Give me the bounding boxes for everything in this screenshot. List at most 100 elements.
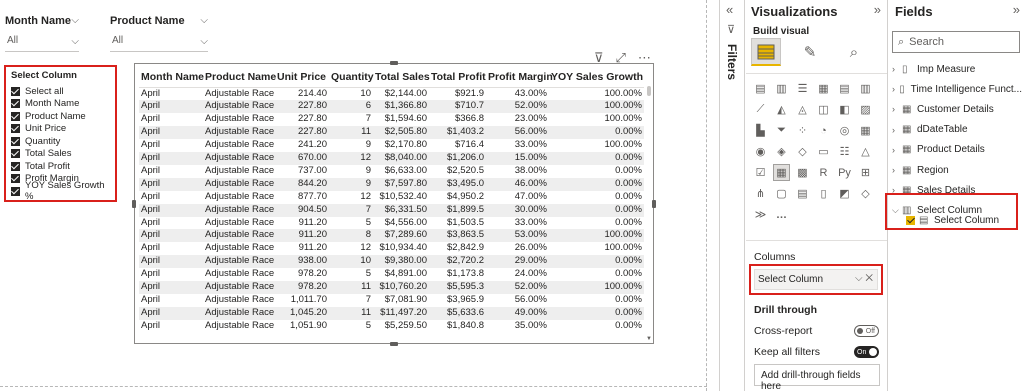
slicer-option[interactable]: Total Sales xyxy=(11,148,110,161)
checkbox-checked-icon[interactable] xyxy=(11,99,20,109)
table-row[interactable]: April Adjustable Race 227.80 6 $1,366.80 $710… xyxy=(139,100,644,114)
close-icon[interactable]: ✕ xyxy=(865,273,873,284)
build-visual-tab[interactable] xyxy=(751,38,781,66)
table-row[interactable]: April Adjustable Race 241.20 9 $2,170.80 $716… xyxy=(139,139,644,152)
expand-pane-icon[interactable]: « xyxy=(726,2,733,17)
column-header[interactable]: Total Sales xyxy=(373,67,430,88)
stacked-area-icon[interactable]: ◬ xyxy=(794,101,811,118)
100-column-icon[interactable]: ▥ xyxy=(857,80,874,97)
resize-handle[interactable] xyxy=(652,200,656,208)
qa-icon[interactable]: ▢ xyxy=(773,185,790,202)
arcgis-icon[interactable]: ≫ xyxy=(752,206,769,223)
field-table-item[interactable]: › ▯ Time Intelligence Funct... xyxy=(892,80,1022,98)
filters-pane-collapsed[interactable]: « ⊽ Filters xyxy=(719,0,745,391)
filled-map-icon[interactable]: ◈ xyxy=(773,143,790,160)
columns-well[interactable]: Select Column ⌵ ✕ xyxy=(749,264,883,295)
table-visual[interactable]: Month Name Product Name Unit Price Quantity… xyxy=(134,63,654,344)
slicer-option[interactable]: Product Name xyxy=(11,110,110,123)
slicer-icon[interactable]: ☑ xyxy=(752,164,769,181)
key-influencers-icon[interactable]: ⊞ xyxy=(857,164,874,181)
scatter-icon[interactable]: ⁘ xyxy=(794,122,811,139)
filters-label[interactable]: Filters xyxy=(725,44,739,80)
table-row[interactable]: April Adjustable Race 1,051.90 5 $5,259.50 $1… xyxy=(139,320,644,333)
chevron-down-icon[interactable]: ⌵ xyxy=(855,273,863,284)
slicer-option[interactable]: Total Profit xyxy=(11,160,110,173)
resize-handle[interactable] xyxy=(132,200,136,208)
table-row[interactable]: April Adjustable Race 737.00 9 $6,633.00 $2,5… xyxy=(139,165,644,178)
power-automate-icon[interactable]: ◇ xyxy=(857,185,874,202)
power-apps-icon[interactable]: ◩ xyxy=(836,185,853,202)
table-row[interactable]: April Adjustable Race 978.20 11 $10,760.20 $5… xyxy=(139,281,644,294)
shape-map-icon[interactable]: ◇ xyxy=(794,143,811,160)
pie-chart-icon[interactable]: ◔ xyxy=(815,122,832,139)
checkbox-checked-icon[interactable] xyxy=(11,149,20,159)
smart-narrative-icon[interactable]: ▤ xyxy=(794,185,811,202)
decomposition-tree-icon[interactable]: ⋔ xyxy=(752,185,769,202)
slicer-option[interactable]: Select all xyxy=(11,85,110,98)
line-chart-icon[interactable]: ⟋ xyxy=(752,101,769,118)
slicer-option[interactable]: YOY Sales Growth % xyxy=(11,180,110,202)
table-row[interactable]: April Adjustable Race 227.80 11 $2,505.80 $1,… xyxy=(139,126,644,140)
line-clustered-icon[interactable]: ◧ xyxy=(836,101,853,118)
column-header[interactable]: Product Name xyxy=(203,67,276,88)
table-row[interactable]: April Adjustable Race 844.20 9 $7,597.80 $3,4… xyxy=(139,177,644,191)
drill-through-drop-well[interactable]: Add drill-through fields here xyxy=(754,364,880,391)
stacked-column-icon[interactable]: ▥ xyxy=(773,80,790,97)
field-table-item[interactable]: › ▯ Imp Measure xyxy=(892,60,1022,78)
month-name-slicer[interactable]: Month Name ⌵ All ⌵ xyxy=(5,15,79,52)
area-chart-icon[interactable]: ◭ xyxy=(773,101,790,118)
field-table-item[interactable]: › ▦ Region xyxy=(892,161,1022,179)
line-column-icon[interactable]: ◫ xyxy=(815,101,832,118)
column-header[interactable]: Total Profit xyxy=(429,67,486,88)
column-header[interactable]: YOY Sales Growth % xyxy=(549,67,644,88)
checkbox-checked-icon[interactable] xyxy=(11,186,20,196)
chevron-right-icon[interactable]: › xyxy=(892,64,902,74)
table-row[interactable]: April Adjustable Race 670.00 12 $8,040.00 $1,… xyxy=(139,152,644,165)
column-header[interactable]: Unit Price xyxy=(275,67,329,88)
scroll-down-icon[interactable]: ▼ xyxy=(646,336,652,342)
checkbox-checked-icon[interactable] xyxy=(11,161,20,171)
select-column-slicer[interactable]: Select Column Select all Month Name Produc… xyxy=(4,65,117,202)
checkbox-checked-icon[interactable] xyxy=(11,136,20,146)
table-row[interactable]: April Adjustable Race 227.80 7 $1,594.60 $366… xyxy=(139,113,644,126)
scrollbar-thumb[interactable] xyxy=(647,86,651,96)
slicer-dropdown[interactable]: All ⌵ xyxy=(110,35,208,52)
chevron-right-icon[interactable]: › xyxy=(892,165,902,175)
matrix-icon[interactable]: ▩ xyxy=(794,164,811,181)
donut-chart-icon[interactable]: ◎ xyxy=(836,122,853,139)
table-row[interactable]: April Adjustable Race 1,011.70 7 $7,081.90 $3… xyxy=(139,294,644,307)
python-visual-icon[interactable]: Py xyxy=(836,164,853,181)
chevron-right-icon[interactable]: › xyxy=(892,84,899,94)
table-row[interactable]: April Adjustable Race 904.50 7 $6,331.50 $1,8… xyxy=(139,203,644,217)
chevron-down-icon[interactable]: ⌵ xyxy=(200,15,208,26)
table-row[interactable]: April Adjustable Race 911.20 12 $10,934.40 $2… xyxy=(139,242,644,255)
analytics-tab[interactable]: ⌕ xyxy=(839,38,869,66)
more-visuals-icon[interactable]: … xyxy=(773,206,790,223)
chevron-down-icon[interactable]: ⌵ xyxy=(71,36,79,47)
r-visual-icon[interactable]: R xyxy=(815,164,832,181)
chevron-right-icon[interactable]: › xyxy=(892,125,902,135)
resize-handle[interactable] xyxy=(390,342,398,346)
paginated-report-icon[interactable]: ▯ xyxy=(815,185,832,202)
waterfall-icon[interactable]: ▙ xyxy=(752,122,769,139)
vertical-scrollbar[interactable]: ▼ xyxy=(646,84,652,342)
checkbox-checked-icon[interactable] xyxy=(11,111,20,121)
field-table-item[interactable]: › ▦ dDateTable xyxy=(892,121,1022,139)
resize-handle[interactable] xyxy=(390,61,398,65)
checkbox-checked-icon[interactable] xyxy=(11,124,20,134)
slicer-option[interactable]: Month Name xyxy=(11,98,110,111)
format-visual-tab[interactable]: ✎ xyxy=(795,38,825,66)
chevron-right-icon[interactable]: › xyxy=(892,104,902,114)
slicer-dropdown[interactable]: All ⌵ xyxy=(5,35,79,52)
table-row[interactable]: April Adjustable Race 978.20 5 $4,891.00 $1,1… xyxy=(139,268,644,281)
ribbon-chart-icon[interactable]: ▨ xyxy=(857,101,874,118)
stacked-bar-icon[interactable]: ▤ xyxy=(752,80,769,97)
multi-row-card-icon[interactable]: ☷ xyxy=(836,143,853,160)
search-input[interactable]: ⌕ Search xyxy=(892,31,1020,53)
checkbox-checked-icon[interactable] xyxy=(11,86,20,96)
clustered-column-icon[interactable]: ▦ xyxy=(815,80,832,97)
field-table-item[interactable]: › ▦ Product Details xyxy=(892,141,1022,159)
card-icon[interactable]: ▭ xyxy=(815,143,832,160)
report-canvas[interactable]: Month Name ⌵ All ⌵ Product Name ⌵ All ⌵ … xyxy=(0,0,707,391)
chevron-down-icon[interactable]: ⌵ xyxy=(71,15,79,26)
